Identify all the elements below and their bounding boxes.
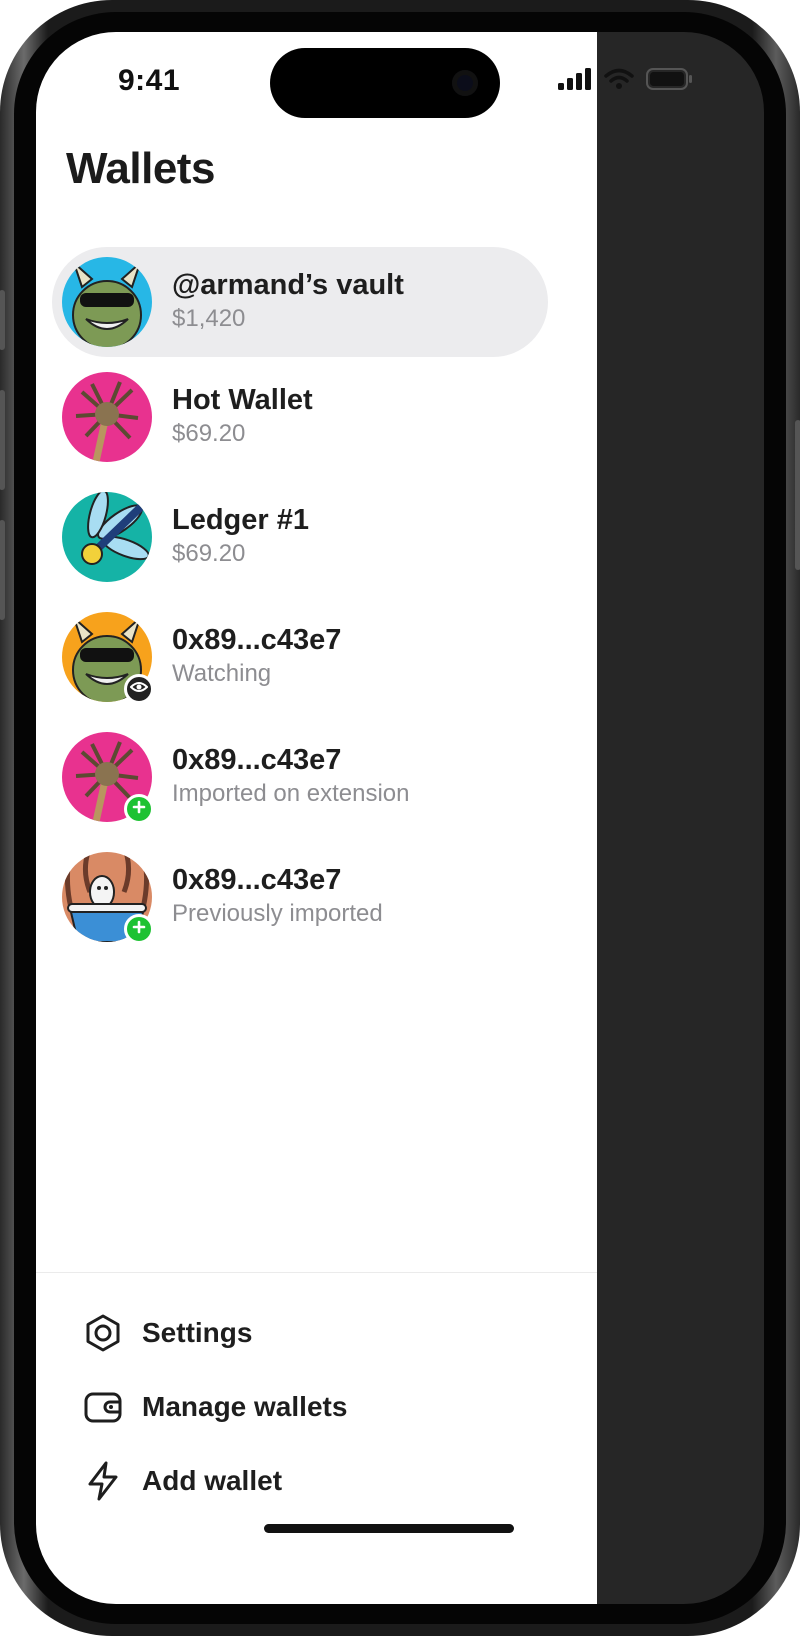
wallet-row-watching[interactable]: 0x89...c43e7 Watching bbox=[52, 602, 548, 712]
wallet-avatar-dragonfly bbox=[62, 492, 152, 582]
imported-badge bbox=[124, 794, 154, 824]
wallet-row-previously-imported[interactable]: 0x89...c43e7 Previously imported bbox=[52, 842, 548, 952]
wallet-row-armands-vault[interactable]: @armand’s vault $1,420 bbox=[52, 247, 548, 357]
wallet-row-ledger-1[interactable]: Ledger #1 $69.20 bbox=[52, 482, 548, 592]
phone-frame: 9:41 Wallets @armand’s vault $1,420 Hot … bbox=[0, 0, 800, 1636]
wallet-icon bbox=[80, 1384, 126, 1430]
plus-icon bbox=[132, 920, 146, 939]
wifi-icon bbox=[604, 68, 634, 90]
wallet-name: @armand’s vault bbox=[172, 269, 404, 301]
plus-icon bbox=[132, 800, 146, 819]
wallet-name: Hot Wallet bbox=[172, 384, 313, 416]
add-wallet-button[interactable]: Add wallet bbox=[80, 1456, 282, 1506]
watching-badge bbox=[124, 674, 154, 704]
wallet-name: 0x89...c43e7 bbox=[172, 744, 342, 776]
settings-label: Settings bbox=[142, 1317, 253, 1348]
manage-wallets-label: Manage wallets bbox=[142, 1391, 348, 1422]
cellular-signal-icon bbox=[558, 68, 592, 90]
wallet-status: Watching bbox=[172, 660, 272, 687]
wallet-row-imported-extension[interactable]: 0x89...c43e7 Imported on extension bbox=[52, 722, 548, 832]
home-indicator bbox=[264, 1524, 514, 1533]
dynamic-island bbox=[270, 48, 500, 118]
wallet-avatar-palm-tree bbox=[62, 372, 152, 462]
battery-icon bbox=[646, 68, 692, 90]
wallets-drawer: 9:41 Wallets @armand’s vault $1,420 Hot … bbox=[36, 32, 597, 1604]
wallet-name: Ledger #1 bbox=[172, 504, 309, 536]
add-wallet-label: Add wallet bbox=[142, 1465, 283, 1496]
wallet-status: Previously imported bbox=[172, 900, 383, 927]
menu-divider bbox=[36, 1272, 597, 1273]
volume-down-button bbox=[0, 520, 5, 620]
wallet-row-hot-wallet[interactable]: Hot Wallet $69.20 bbox=[52, 362, 548, 472]
wallet-balance: $1,420 bbox=[172, 305, 246, 332]
wallet-balance: $69.20 bbox=[172, 540, 246, 567]
manage-wallets-button[interactable]: Manage wallets bbox=[80, 1382, 347, 1432]
wallet-status: Imported on extension bbox=[172, 780, 410, 807]
status-icons bbox=[558, 68, 692, 90]
front-camera bbox=[452, 70, 478, 96]
mute-switch bbox=[0, 290, 5, 350]
settings-button[interactable]: Settings bbox=[80, 1308, 252, 1358]
power-button bbox=[795, 420, 800, 570]
wallet-name: 0x89...c43e7 bbox=[172, 864, 342, 896]
wallet-name: 0x89...c43e7 bbox=[172, 624, 342, 656]
gear-hexagon-icon bbox=[80, 1310, 126, 1356]
wallet-balance: $69.20 bbox=[172, 420, 246, 447]
volume-up-button bbox=[0, 390, 5, 490]
eye-icon bbox=[129, 680, 149, 698]
wallet-avatar-horned-monster bbox=[62, 257, 152, 347]
status-time: 9:41 bbox=[118, 64, 181, 97]
screen: 9:41 Wallets @armand’s vault $1,420 Hot … bbox=[36, 32, 764, 1604]
imported-badge bbox=[124, 914, 154, 944]
lightning-bolt-icon bbox=[80, 1458, 126, 1504]
page-title: Wallets bbox=[66, 144, 215, 193]
